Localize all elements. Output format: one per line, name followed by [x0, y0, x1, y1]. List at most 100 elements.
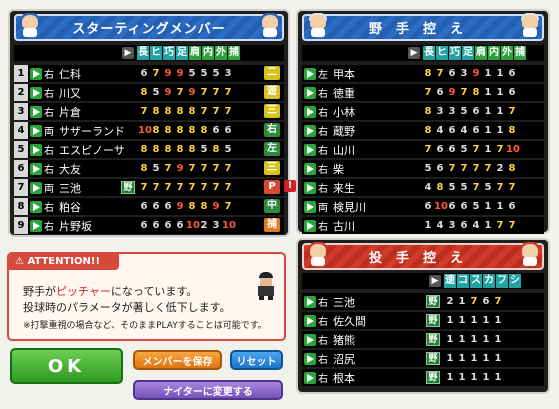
- col-header[interactable]: フ: [496, 274, 508, 288]
- col-header[interactable]: ス: [470, 274, 482, 288]
- col-header[interactable]: 速: [444, 274, 456, 288]
- swap-arrow-icon[interactable]: [30, 219, 42, 232]
- sort-arrow-icon[interactable]: ▶: [122, 47, 134, 59]
- swap-arrow-icon[interactable]: [304, 124, 316, 137]
- swap-arrow-icon[interactable]: [304, 105, 316, 118]
- stat-value: 9: [188, 87, 196, 98]
- col-header[interactable]: シ: [509, 274, 521, 288]
- bench-row[interactable]: 両検見川 6 10 6 6 5 1 1 6: [302, 198, 544, 215]
- starting-row[interactable]: 1 右仁科 6 7 9 9 5 5 5 3 二: [14, 65, 284, 82]
- hand: 右: [318, 355, 328, 366]
- bench-row[interactable]: 右柴56777728: [302, 160, 544, 177]
- swap-arrow-icon[interactable]: [304, 333, 316, 346]
- stat-value: 1: [496, 87, 504, 98]
- pitcher-row[interactable]: 右佐久間野 1 1 1 1 1: [302, 312, 544, 329]
- position-badge[interactable]: 三: [264, 104, 280, 118]
- swap-arrow-icon[interactable]: [304, 86, 316, 99]
- swap-arrow-icon[interactable]: [304, 371, 316, 384]
- starting-row[interactable]: 7 両三池野 7 7 7 7 7 7 7 7 P: [14, 179, 284, 196]
- pitcher-row[interactable]: 右根本野 1 1 1 1 1: [302, 369, 544, 386]
- bench-row[interactable]: 右小林 8 3 3 5 6 1 1 7: [302, 103, 544, 120]
- col-header[interactable]: 内: [488, 46, 500, 60]
- col-header[interactable]: 捕: [228, 46, 240, 60]
- col-header[interactable]: 足: [176, 46, 188, 60]
- col-header[interactable]: 巧: [449, 46, 461, 60]
- stat-value: 6: [436, 144, 444, 155]
- hand: 右: [44, 203, 54, 214]
- swap-arrow-icon[interactable]: [304, 352, 316, 365]
- col-header[interactable]: カ: [483, 274, 495, 288]
- swap-arrow-icon[interactable]: [304, 162, 316, 175]
- position-badge[interactable]: 右: [264, 123, 280, 137]
- stat-value: 8: [188, 201, 196, 212]
- player-name: 蔵野: [333, 124, 355, 138]
- swap-arrow-icon[interactable]: [30, 200, 42, 213]
- save-members-button[interactable]: メンバーを保存: [133, 350, 222, 370]
- col-header[interactable]: 内: [202, 46, 214, 60]
- swap-arrow-icon[interactable]: [304, 219, 316, 232]
- position-badge[interactable]: P: [264, 180, 280, 194]
- position-badge[interactable]: 左: [264, 142, 280, 156]
- col-header[interactable]: ヒ: [150, 46, 162, 60]
- position-badge[interactable]: 三: [264, 161, 280, 175]
- swap-arrow-icon[interactable]: [30, 143, 42, 156]
- stat-value: 7: [508, 106, 516, 117]
- col-header[interactable]: 肩: [189, 46, 201, 60]
- bench-row[interactable]: 左甲本 8 7 6 3 9 1 1 6: [302, 65, 544, 82]
- starting-row[interactable]: 6 右大友 8 5 7 9 7 7 7 7 三: [14, 160, 284, 177]
- stat-value: 6: [448, 125, 456, 136]
- player-sprite-icon: [255, 272, 277, 300]
- swap-arrow-icon[interactable]: [304, 143, 316, 156]
- col-header[interactable]: ヒ: [436, 46, 448, 60]
- swap-arrow-icon[interactable]: [30, 67, 42, 80]
- col-header[interactable]: 巧: [163, 46, 175, 60]
- pitcher-row[interactable]: 右沼尻野 1 1 1 1 1: [302, 350, 544, 367]
- sort-arrow-icon[interactable]: ▶: [429, 275, 441, 287]
- bench-row[interactable]: 右来生 4 8 5 5 7 5 7 7: [302, 179, 544, 196]
- swap-arrow-icon[interactable]: [30, 181, 42, 194]
- pitcher-row[interactable]: 右猪熊野 1 1 1 1 1: [302, 331, 544, 348]
- bench-row[interactable]: 右蔵野 8 4 6 4 6 1 1 8: [302, 122, 544, 139]
- starting-row[interactable]: 8 右粕谷 6 6 6 9 8 8 9 7 中: [14, 198, 284, 215]
- col-header[interactable]: 長: [423, 46, 435, 60]
- night-game-button[interactable]: ナイターに変更する: [133, 380, 283, 400]
- col-header[interactable]: 捕: [514, 46, 526, 60]
- col-header[interactable]: 外: [215, 46, 227, 60]
- bench-row[interactable]: 右古川 1 4 3 6 4 1 7 7: [302, 217, 544, 234]
- swap-arrow-icon[interactable]: [304, 67, 316, 80]
- player-avatar-icon: [306, 242, 330, 266]
- bench-row[interactable]: 右徳重 7 6 9 7 8 1 1 6: [302, 84, 544, 101]
- stat-value: 6: [436, 163, 444, 174]
- position-badge[interactable]: 遊: [264, 85, 280, 99]
- position-badge[interactable]: 二: [264, 66, 280, 80]
- position-badge[interactable]: 中: [264, 199, 280, 213]
- position-badge[interactable]: 捕: [264, 218, 280, 232]
- starting-row[interactable]: 5 右エスピノーサ 8 8 8 8 8 5 8 5 左: [14, 141, 284, 158]
- pitcher-stat-header: ▶ 速 コ ス カ フ シ: [302, 273, 544, 289]
- col-header[interactable]: 肩: [475, 46, 487, 60]
- swap-arrow-icon[interactable]: [304, 181, 316, 194]
- reset-button[interactable]: リセット: [230, 350, 283, 370]
- swap-arrow-icon[interactable]: [30, 105, 42, 118]
- ok-button[interactable]: OK: [10, 348, 123, 384]
- col-header[interactable]: 足: [462, 46, 474, 60]
- swap-arrow-icon[interactable]: [304, 200, 316, 213]
- stat-value: 9: [176, 163, 184, 174]
- starting-row[interactable]: 4 両サザーランド 10 8 8 8 8 8 6 6 右: [14, 122, 284, 139]
- starting-row[interactable]: 9 右片野坂 6 6 6 6 10 2 3 10 捕: [14, 217, 284, 234]
- swap-arrow-icon[interactable]: [304, 314, 316, 327]
- bench-row[interactable]: 右山川 7 6 6 5 7 1 7 10: [302, 141, 544, 158]
- col-header[interactable]: コ: [457, 274, 469, 288]
- sort-arrow-icon[interactable]: ▶: [408, 47, 420, 59]
- swap-arrow-icon[interactable]: [30, 124, 42, 137]
- starting-row[interactable]: 3 右片倉 7 8 8 8 8 7 7 7 三: [14, 103, 284, 120]
- swap-arrow-icon[interactable]: [30, 86, 42, 99]
- player-name: 山川: [333, 143, 355, 157]
- stat-value: 6: [140, 68, 148, 79]
- pitcher-row[interactable]: 右三池野 2 1 7 6 7: [302, 293, 544, 310]
- starting-row[interactable]: 2 右川又 8 5 9 7 9 7 7 7 遊: [14, 84, 284, 101]
- col-header[interactable]: 長: [137, 46, 149, 60]
- swap-arrow-icon[interactable]: [304, 295, 316, 308]
- col-header[interactable]: 外: [501, 46, 513, 60]
- swap-arrow-icon[interactable]: [30, 162, 42, 175]
